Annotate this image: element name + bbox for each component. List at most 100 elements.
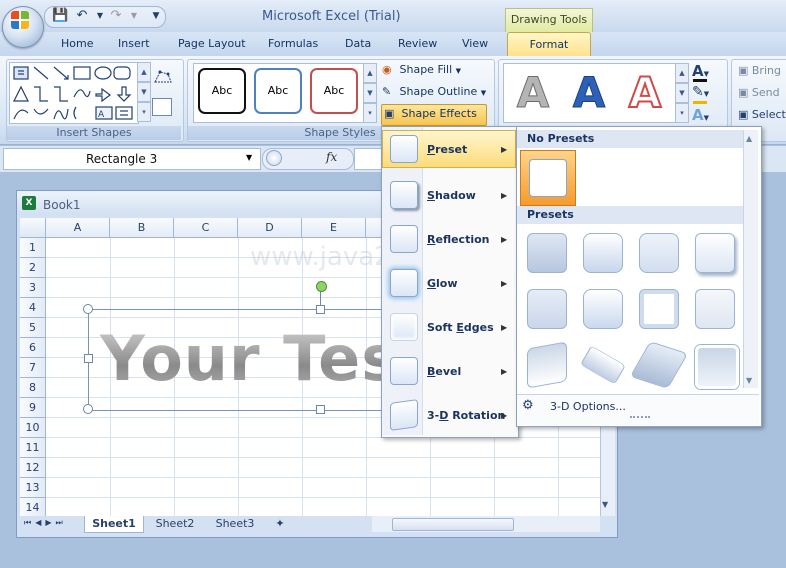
insert-function-button[interactable]: fx: [326, 150, 337, 164]
undo-dropdown-icon[interactable]: ▼: [92, 8, 108, 24]
column-header[interactable]: B: [110, 218, 174, 238]
row-header[interactable]: 3: [20, 278, 46, 298]
tab-formulas[interactable]: Formulas: [268, 37, 318, 50]
tab-format[interactable]: Format: [507, 32, 591, 57]
style-swatch-black[interactable]: Abc: [198, 68, 246, 114]
style-swatch-blue[interactable]: Abc: [254, 68, 302, 114]
wordart-scroll-down-icon[interactable]: ▼: [675, 83, 689, 103]
redo-dropdown-icon[interactable]: ▼: [126, 8, 142, 24]
text-outline-icon[interactable]: ✎▼: [692, 84, 709, 100]
resize-handle-left[interactable]: [84, 354, 93, 363]
row-header[interactable]: 14: [20, 498, 46, 518]
sheet-tab-sheet2[interactable]: Sheet2: [146, 516, 204, 532]
wordart-scroll-up-icon[interactable]: ▲: [675, 63, 689, 83]
resize-handle-bottom[interactable]: [316, 405, 325, 414]
tab-data[interactable]: Data: [345, 37, 371, 50]
send-to-back-button[interactable]: ▣ Send: [738, 86, 780, 99]
pencil-icon: ✎: [382, 85, 392, 98]
gridline-horizontal: [46, 457, 600, 458]
column-header[interactable]: E: [302, 218, 366, 238]
column-header[interactable]: D: [238, 218, 302, 238]
name-box[interactable]: Rectangle 3 ▼: [3, 148, 261, 170]
tab-view[interactable]: View: [462, 37, 488, 50]
preset-swatch: [527, 233, 567, 273]
preset-swatch: [695, 289, 735, 329]
row-header[interactable]: 2: [20, 258, 46, 278]
horizontal-scroll-thumb[interactable]: [392, 518, 514, 531]
formula-expand-icon[interactable]: [266, 150, 282, 166]
customize-qat-icon[interactable]: ▼: [148, 8, 164, 24]
row-header[interactable]: 9: [20, 398, 46, 418]
text-fill-icon[interactable]: A▼: [692, 62, 709, 80]
row-header[interactable]: 7: [20, 358, 46, 378]
three-d-options-icon: ⚙: [522, 398, 534, 413]
row-header[interactable]: 5: [20, 318, 46, 338]
resize-handle-bottom-left[interactable]: [83, 404, 93, 414]
preset-swatch: [639, 289, 679, 329]
scroll-down-icon[interactable]: ▼: [602, 500, 608, 509]
text-box-icon[interactable]: [152, 98, 172, 116]
row-header[interactable]: 11: [20, 438, 46, 458]
presets-scroll-down-icon[interactable]: ▼: [746, 376, 752, 385]
rotation-handle[interactable]: [316, 281, 327, 292]
menu-label-text: Glow: [427, 277, 458, 290]
styles-scroll-down-icon[interactable]: ▼: [363, 83, 377, 103]
sheet-nav-icons[interactable]: ⏮◀▶⏭: [24, 518, 67, 528]
row-header[interactable]: 4: [20, 298, 46, 318]
submenu-arrow-icon: ▶: [501, 279, 508, 288]
three-d-options-label: 3-D Options...: [550, 400, 626, 413]
selection-pane-button[interactable]: ▣ Select: [738, 108, 786, 121]
text-effects-icon[interactable]: A▼: [692, 106, 709, 124]
wordart-style-gray[interactable]: A: [506, 66, 560, 120]
column-header[interactable]: A: [46, 218, 110, 238]
select-all-corner[interactable]: [20, 218, 46, 238]
menu-label-text: Preset: [427, 143, 468, 156]
excel-doc-icon: X: [22, 196, 36, 210]
style-swatch-red[interactable]: Abc: [310, 68, 358, 114]
shape-fill-button[interactable]: ◉ Shape Fill ▼: [382, 60, 492, 80]
wordart-more-icon[interactable]: ▾: [675, 103, 689, 123]
shapes-gallery[interactable]: A: [9, 62, 139, 124]
wordart-style-red-outline[interactable]: A: [618, 66, 672, 120]
styles-more-icon[interactable]: ▾: [363, 103, 377, 123]
preset-swatch: [695, 233, 735, 273]
tab-insert[interactable]: Insert: [118, 37, 150, 50]
shapes-scroll-down-icon[interactable]: ▼: [137, 82, 151, 102]
wordart-style-blue[interactable]: A: [562, 66, 616, 120]
row-header[interactable]: 10: [20, 418, 46, 438]
column-header[interactable]: C: [174, 218, 238, 238]
styles-scroll-up-icon[interactable]: ▲: [363, 63, 377, 83]
shape-outline-button[interactable]: ✎ Shape Outline ▼: [382, 82, 492, 102]
sheet-tab-sheet3[interactable]: Sheet3: [206, 516, 264, 532]
chevron-down-icon: ▼: [246, 153, 253, 162]
tab-home[interactable]: Home: [61, 37, 93, 50]
bring-to-front-button[interactable]: ▣ Bring: [738, 64, 781, 77]
sheet-tab-sheet1[interactable]: Sheet1: [84, 516, 144, 533]
row-header[interactable]: 12: [20, 458, 46, 478]
save-icon[interactable]: 💾: [52, 8, 68, 24]
redo-icon[interactable]: ↷: [108, 8, 124, 24]
submenu-arrow-icon: ▶: [501, 191, 508, 200]
shapes-scroll-up-icon[interactable]: ▲: [137, 62, 151, 82]
undo-icon[interactable]: ↶: [74, 8, 90, 24]
resize-handle-top[interactable]: [316, 305, 325, 314]
presets-scrollbar[interactable]: [743, 130, 758, 388]
tab-review[interactable]: Review: [398, 37, 437, 50]
preset-icon: [390, 135, 418, 163]
presets-scroll-up-icon[interactable]: ▲: [746, 134, 752, 143]
row-header[interactable]: 6: [20, 338, 46, 358]
submenu-arrow-icon: ▶: [501, 323, 508, 332]
row-header[interactable]: 1: [20, 238, 46, 258]
row-header[interactable]: 8: [20, 378, 46, 398]
tab-page-layout[interactable]: Page Layout: [178, 37, 246, 50]
row-header[interactable]: 13: [20, 478, 46, 498]
shape-fill-label: Shape Fill: [399, 63, 453, 76]
effects-menu-label: 3-D Rotation: [427, 409, 505, 422]
edit-shape-icon[interactable]: [152, 68, 174, 86]
panel-resize-grip[interactable]: [630, 416, 650, 422]
resize-handle-top-left[interactable]: [83, 304, 93, 314]
chevron-down-icon: ▼: [455, 67, 462, 75]
shapes-more-icon[interactable]: ▾: [137, 102, 151, 122]
insert-sheet-icon[interactable]: ✦: [270, 516, 290, 532]
gridline-horizontal: [46, 477, 600, 478]
